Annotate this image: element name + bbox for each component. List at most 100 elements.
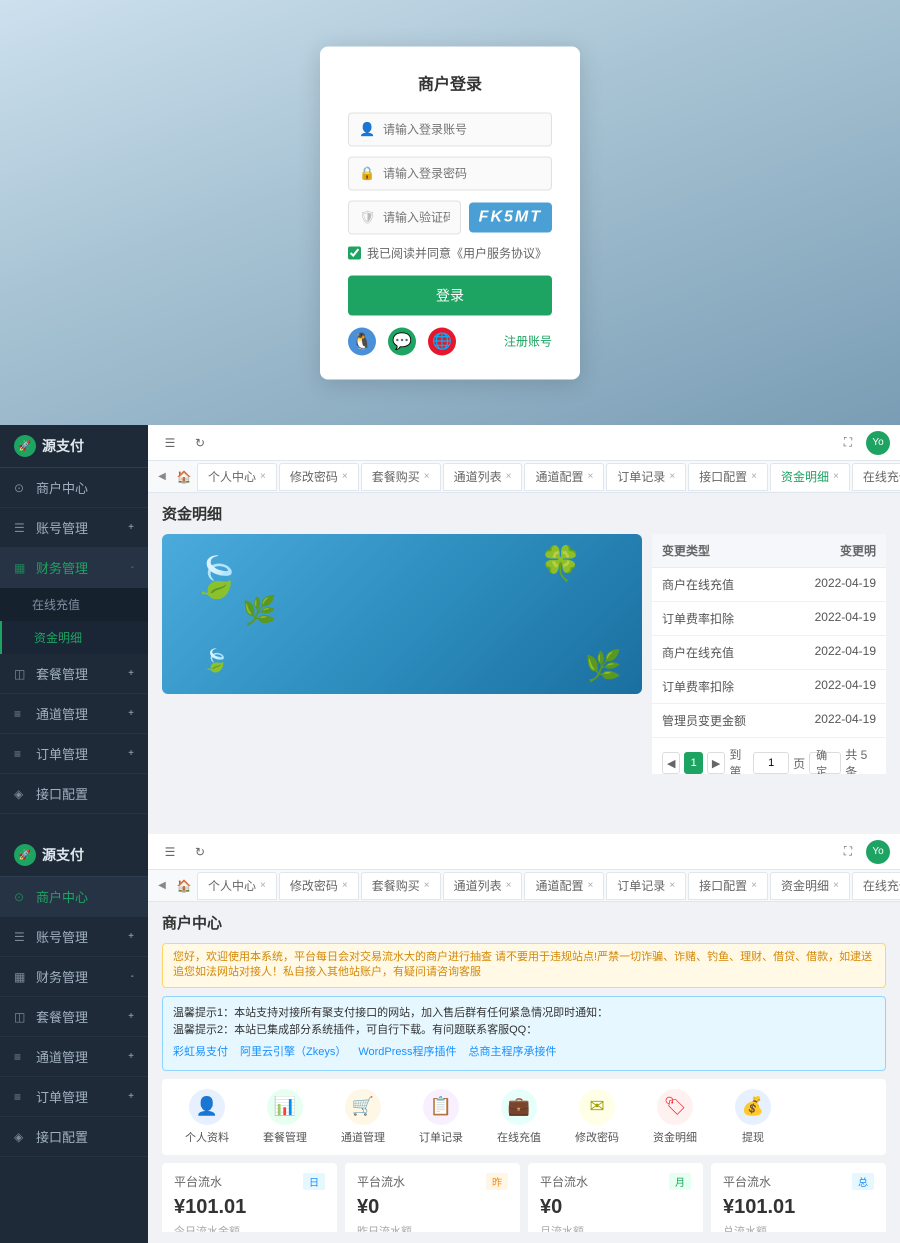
password-input[interactable] <box>383 166 541 180</box>
register-link[interactable]: 注册账号 <box>504 333 552 350</box>
tab-api-config-1[interactable]: 接口配置 × <box>688 463 768 491</box>
close-package-1[interactable]: × <box>424 471 430 482</box>
page-prev-btn[interactable]: ◀ <box>662 752 680 774</box>
quick-link-2[interactable]: 🛒 通道管理 <box>328 1089 398 1145</box>
alert-bar: 您好，欢迎使用本系统，平台每日会对交易流水大的商户进行抽查 请不要用于违规站点!… <box>162 943 886 988</box>
sidebar-item-package-2[interactable]: ◫ 套餐管理 + <box>0 997 148 1037</box>
notice-link-0[interactable]: 彩虹易支付 <box>173 1044 228 1062</box>
tab-recharge-2[interactable]: 在线充值 × <box>852 872 900 900</box>
quick-link-label-2: 通道管理 <box>341 1129 385 1145</box>
weibo-login-button[interactable]: 🌐 <box>428 327 456 355</box>
sidebar-item-merchant-1[interactable]: ⊙ 商户中心 <box>0 468 148 508</box>
tab-fund-detail-2[interactable]: 资金明细 × <box>770 872 850 900</box>
quick-link-1[interactable]: 📊 套餐管理 <box>250 1089 320 1145</box>
sidebar-item-api-1[interactable]: ◈ 接口配置 <box>0 774 148 814</box>
page-1-btn[interactable]: 1 <box>684 752 702 774</box>
close-channel-list-2[interactable]: × <box>506 880 512 891</box>
fund-content: 🍃 🌿 🍀 🍃 🌿 变更类型 变更明 商户在线充值 <box>162 534 886 774</box>
notice-link-2[interactable]: WordPress程序插件 <box>358 1044 456 1062</box>
sidebar-item-order-2[interactable]: ≡ 订单管理 + <box>0 1077 148 1117</box>
close-password-2[interactable]: × <box>342 880 348 891</box>
sidebar-item-order-label-2: 订单管理 <box>36 1087 88 1106</box>
sidebar-item-account-2[interactable]: ☰ 账号管理 + <box>0 917 148 957</box>
sidebar-item-account-1[interactable]: ☰ 账号管理 + <box>0 508 148 548</box>
channel-expand-2: + <box>128 1051 134 1062</box>
quick-link-4[interactable]: 💼 在线充值 <box>484 1089 554 1145</box>
avatar-1[interactable]: Yo <box>866 431 890 455</box>
close-fund-2[interactable]: × <box>833 880 839 891</box>
tab-password-1[interactable]: 修改密码 × <box>279 463 359 491</box>
sidebar-item-finance-1[interactable]: ▦ 财务管理 - <box>0 548 148 588</box>
login-button[interactable]: 登录 <box>348 275 552 315</box>
close-order-1[interactable]: × <box>669 471 675 482</box>
row-type-2: 商户在线充值 <box>662 644 796 661</box>
tab-channel-config-1[interactable]: 通道配置 × <box>524 463 604 491</box>
tab-fund-detail-1[interactable]: 资金明细 × <box>770 463 850 491</box>
close-password-1[interactable]: × <box>342 471 348 482</box>
close-api-2[interactable]: × <box>751 880 757 891</box>
tabs-prev-1[interactable]: ◀ <box>152 467 172 487</box>
close-profile-2[interactable]: × <box>260 880 266 891</box>
sidebar-sub-fund-1[interactable]: 资金明细 <box>0 621 148 654</box>
sidebar-item-order-1[interactable]: ≡ 订单管理 + <box>0 734 148 774</box>
qq-login-button[interactable]: 🐧 <box>348 327 376 355</box>
close-channel-config-1[interactable]: × <box>587 471 593 482</box>
tab-order-1[interactable]: 订单记录 × <box>606 463 686 491</box>
sidebar-toggle-1[interactable]: ☰ <box>158 431 182 455</box>
tab-channel-config-2[interactable]: 通道配置 × <box>524 872 604 900</box>
stat-title-2: 平台流水 <box>540 1173 588 1190</box>
sidebar-item-finance-2[interactable]: ▦ 财务管理 - <box>0 957 148 997</box>
tab-profile-1[interactable]: 个人中心 × <box>197 463 277 491</box>
sidebar-item-package-1[interactable]: ◫ 套餐管理 + <box>0 654 148 694</box>
avatar-2[interactable]: Yo <box>866 840 890 864</box>
tab-password-2[interactable]: 修改密码 × <box>279 872 359 900</box>
tab-order-2[interactable]: 订单记录 × <box>606 872 686 900</box>
quick-link-5[interactable]: ✉ 修改密码 <box>562 1089 632 1145</box>
tab-home-1[interactable]: 🏠 <box>172 465 196 489</box>
close-fund-1[interactable]: × <box>833 471 839 482</box>
quick-link-6[interactable]: 🏷 资金明细 <box>640 1089 710 1145</box>
page-confirm-btn[interactable]: 确定 <box>809 752 841 774</box>
sidebar-item-channel-1[interactable]: ≡ 通道管理 + <box>0 694 148 734</box>
captcha-input[interactable] <box>383 210 450 224</box>
wechat-login-button[interactable]: 💬 <box>388 327 416 355</box>
close-order-2[interactable]: × <box>669 880 675 891</box>
page-input[interactable] <box>753 752 789 774</box>
tab-channel-list-1[interactable]: 通道列表 × <box>443 463 523 491</box>
quick-link-7[interactable]: 💰 提现 <box>718 1089 788 1145</box>
tab-package-2[interactable]: 套餐购买 × <box>361 872 441 900</box>
tab-api-config-2[interactable]: 接口配置 × <box>688 872 768 900</box>
notice-link-1[interactable]: 阿里云引擎（Zkeys） <box>240 1044 346 1062</box>
close-channel-config-2[interactable]: × <box>587 880 593 891</box>
username-input[interactable] <box>383 122 541 136</box>
sidebar-item-api-2[interactable]: ◈ 接口配置 <box>0 1117 148 1157</box>
captcha-image[interactable]: FK5MT <box>469 202 552 232</box>
sidebar-sub-recharge-1[interactable]: 在线充值 <box>0 588 148 621</box>
tab-recharge-1[interactable]: 在线充值 × <box>852 463 900 491</box>
quick-link-0[interactable]: 👤 个人资料 <box>172 1089 242 1145</box>
tab-channel-list-2[interactable]: 通道列表 × <box>443 872 523 900</box>
fullscreen-btn-2[interactable]: ⛶ <box>836 840 860 864</box>
tab-package-1[interactable]: 套餐购买 × <box>361 463 441 491</box>
tabs-prev-2[interactable]: ◀ <box>152 876 172 896</box>
row-type-4: 管理员变更金额 <box>662 712 796 729</box>
quick-link-3[interactable]: 📋 订单记录 <box>406 1089 476 1145</box>
notice-link-3[interactable]: 总商主程序承接件 <box>469 1044 557 1062</box>
close-profile-1[interactable]: × <box>260 471 266 482</box>
sidebar-toggle-2[interactable]: ☰ <box>158 840 182 864</box>
channel-mgmt-icon: 🛒 <box>345 1089 381 1125</box>
close-package-2[interactable]: × <box>424 880 430 891</box>
close-channel-list-1[interactable]: × <box>506 471 512 482</box>
page-next-btn[interactable]: ▶ <box>707 752 725 774</box>
stat-badge-3: 总 <box>852 1173 874 1190</box>
agree-checkbox[interactable] <box>348 246 361 259</box>
stat-card-header-0: 平台流水 日 <box>174 1173 325 1190</box>
tab-home-2[interactable]: 🏠 <box>172 874 196 898</box>
close-api-1[interactable]: × <box>751 471 757 482</box>
sidebar-item-merchant-2[interactable]: ⊙ 商户中心 <box>0 877 148 917</box>
tab-profile-2[interactable]: 个人中心 × <box>197 872 277 900</box>
refresh-btn-1[interactable]: ↻ <box>188 431 212 455</box>
fullscreen-btn-1[interactable]: ⛶ <box>836 431 860 455</box>
sidebar-item-channel-2[interactable]: ≡ 通道管理 + <box>0 1037 148 1077</box>
refresh-btn-2[interactable]: ↻ <box>188 840 212 864</box>
